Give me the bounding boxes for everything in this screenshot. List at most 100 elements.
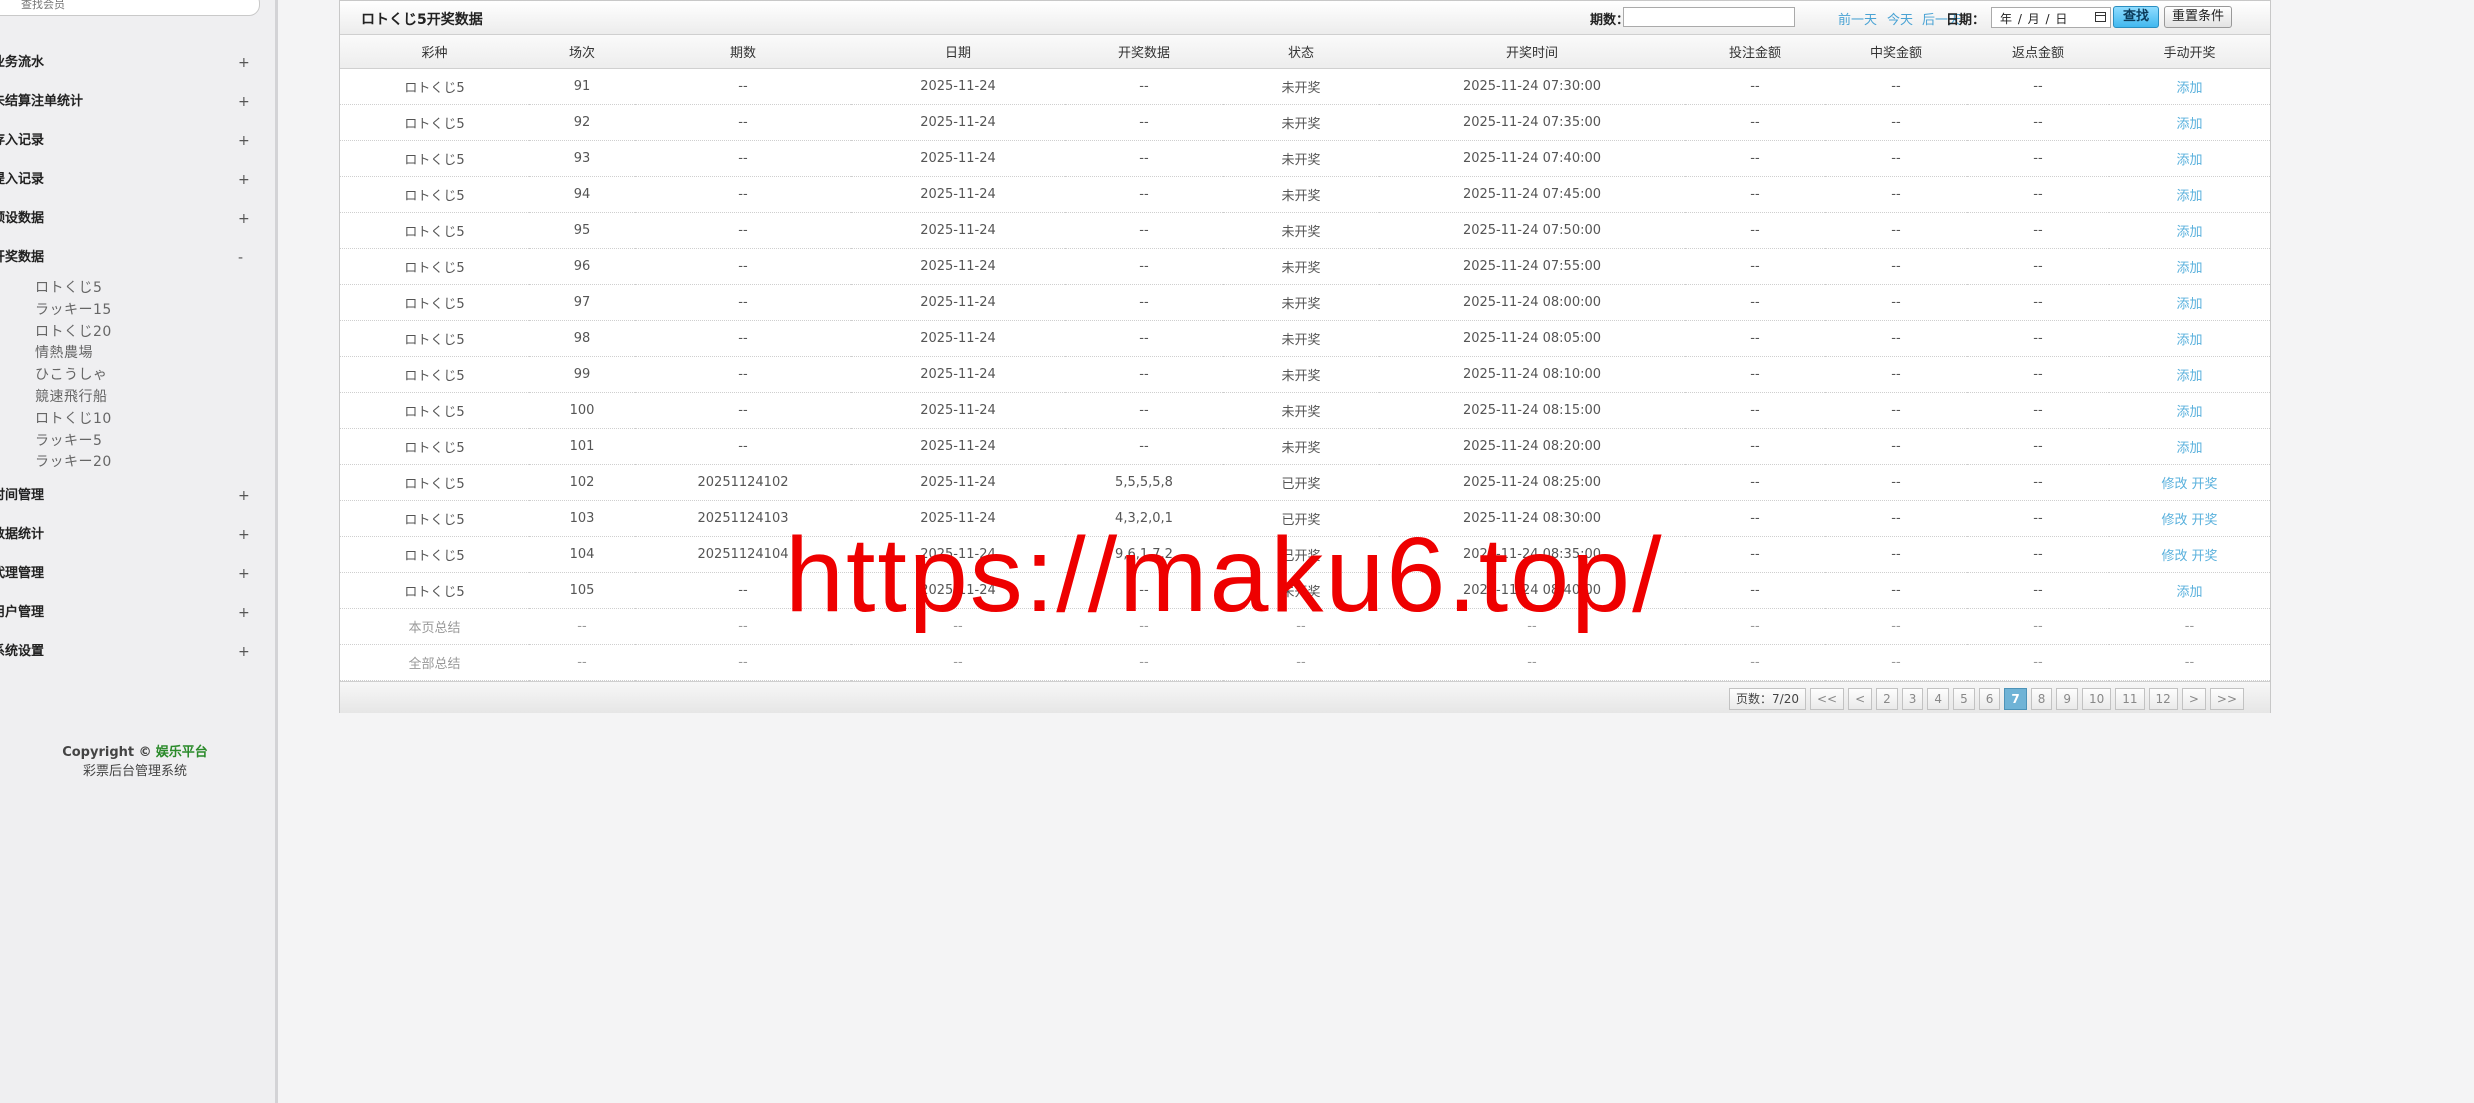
last-page-button[interactable]: >>: [2209, 688, 2244, 710]
draw-link[interactable]: 开奖: [2192, 549, 2218, 564]
sidebar-subitem[interactable]: ロトくじ10: [35, 409, 112, 429]
expand-icon[interactable]: +: [238, 130, 250, 152]
page-number-button[interactable]: 4: [1927, 688, 1950, 710]
page-number-button[interactable]: 11: [2115, 688, 2145, 710]
page-number-button[interactable]: 7: [2004, 688, 2027, 710]
page-number-button[interactable]: 12: [2148, 688, 2178, 710]
summary-cell: --: [1379, 644, 1685, 681]
add-link[interactable]: 添加: [2176, 441, 2202, 456]
add-link[interactable]: 添加: [2176, 153, 2202, 168]
sidebar-subitem[interactable]: ロトくじ5: [35, 278, 102, 298]
member-search-input[interactable]: [19, 0, 223, 15]
sidebar-subitem[interactable]: ラッキー15: [35, 300, 112, 320]
page-number-button[interactable]: 3: [1901, 688, 1924, 710]
table-cell: --: [635, 104, 851, 141]
sidebar-subitem[interactable]: ひこうしゃ: [35, 365, 108, 385]
column-header: 彩种: [340, 35, 529, 69]
calendar-icon[interactable]: [2095, 12, 2106, 22]
table-cell: --: [635, 356, 851, 393]
sidebar-menu-label: 存入记录: [0, 133, 45, 148]
page-number-button[interactable]: 6: [1978, 688, 2001, 710]
sidebar-menu-item[interactable]: 存入记录 +: [0, 130, 260, 152]
expand-icon[interactable]: +: [238, 602, 250, 624]
draw-link[interactable]: 开奖: [2192, 477, 2218, 492]
table-cell: 105: [529, 572, 635, 609]
page-number-button[interactable]: 8: [2030, 688, 2053, 710]
draw-link[interactable]: 开奖: [2192, 513, 2218, 528]
sidebar-menu-item[interactable]: 时间管理 +: [0, 485, 260, 507]
copyright-brand[interactable]: 娱乐平台: [156, 745, 208, 760]
sidebar-subitem[interactable]: 情熱農場: [35, 343, 93, 363]
page-number-button[interactable]: 2: [1876, 688, 1898, 710]
reset-button[interactable]: 重置条件: [2164, 6, 2232, 28]
page-number-button[interactable]: 10: [2081, 688, 2112, 710]
sidebar-menu-item[interactable]: 用户管理 +: [0, 602, 260, 624]
sidebar-menu-item[interactable]: 提入记录 +: [0, 169, 260, 191]
table-cell: 未开奖: [1223, 104, 1379, 141]
expand-icon[interactable]: +: [238, 52, 250, 74]
first-page-button[interactable]: <<: [1809, 688, 1845, 710]
table-cell: --: [1685, 428, 1825, 465]
table-cell: 2025-11-24: [851, 356, 1065, 393]
column-header: 中奖金额: [1825, 35, 1967, 69]
date-picker[interactable]: 年 / 月 / 日: [1991, 7, 2111, 28]
sidebar-subitem[interactable]: 競速飛行船: [35, 387, 108, 407]
watermark-url: https://maku6.top/: [785, 516, 1664, 634]
sidebar-menu-item[interactable]: 代理管理 +: [0, 563, 260, 585]
table-cell: 20251124102: [635, 464, 851, 501]
summary-cell: --: [1967, 644, 2109, 681]
add-link[interactable]: 添加: [2176, 405, 2202, 420]
table-cell: --: [1685, 248, 1825, 285]
summary-cell: --: [1967, 608, 2109, 645]
next-page-button[interactable]: >: [2181, 688, 2206, 710]
edit-link[interactable]: 修改: [2161, 513, 2187, 528]
add-link[interactable]: 添加: [2176, 225, 2202, 240]
sidebar-subitem[interactable]: ラッキー20: [35, 452, 112, 472]
member-search-box[interactable]: [0, 0, 260, 16]
sidebar-menu-item[interactable]: 开奖数据 -: [0, 247, 260, 269]
summary-cell: 本页总结: [340, 608, 529, 645]
table-cell: 97: [529, 284, 635, 321]
add-link[interactable]: 添加: [2176, 297, 2202, 312]
sidebar-menu-item[interactable]: 数据统计 +: [0, 524, 260, 546]
prev-day-link[interactable]: 前一天: [1838, 9, 1877, 28]
prev-page-button[interactable]: <: [1848, 688, 1873, 710]
add-link[interactable]: 添加: [2176, 261, 2202, 276]
collapse-icon[interactable]: -: [238, 247, 243, 269]
page-number-button[interactable]: 9: [2056, 688, 2078, 710]
expand-icon[interactable]: +: [238, 485, 250, 507]
add-link[interactable]: 添加: [2176, 81, 2202, 96]
issue-input[interactable]: [1623, 7, 1795, 27]
add-link[interactable]: 添加: [2176, 369, 2202, 384]
summary-cell: --: [529, 608, 635, 645]
sidebar-menu-item[interactable]: 预设数据 +: [0, 208, 260, 230]
search-button[interactable]: 查找: [2113, 6, 2159, 28]
summary-cell: --: [1825, 644, 1967, 681]
table-cell: --: [1967, 284, 2109, 321]
table-cell: 2025-11-24: [851, 320, 1065, 357]
table-cell: 2025-11-24 07:50:00: [1379, 212, 1685, 249]
expand-icon[interactable]: +: [238, 563, 250, 585]
page-number-button[interactable]: 5: [1953, 688, 1975, 710]
expand-icon[interactable]: +: [238, 91, 250, 113]
manual-draw-cell: 添加: [2109, 320, 2270, 357]
edit-link[interactable]: 修改: [2161, 549, 2187, 564]
today-link[interactable]: 今天: [1887, 9, 1913, 28]
add-link[interactable]: 添加: [2176, 117, 2202, 132]
sidebar-subitem[interactable]: ラッキー5: [35, 431, 102, 451]
expand-icon[interactable]: +: [238, 208, 250, 230]
expand-icon[interactable]: +: [238, 169, 250, 191]
add-link[interactable]: 添加: [2176, 333, 2202, 348]
table-cell: --: [1065, 392, 1223, 429]
sidebar-menu-item[interactable]: 业务流水 +: [0, 52, 260, 74]
sidebar-menu-item[interactable]: 未结算注单统计 +: [0, 91, 260, 113]
expand-icon[interactable]: +: [238, 641, 250, 663]
add-link[interactable]: 添加: [2176, 585, 2202, 600]
edit-link[interactable]: 修改: [2161, 477, 2187, 492]
table-cell: --: [635, 284, 851, 321]
add-link[interactable]: 添加: [2176, 189, 2202, 204]
sidebar-subitem[interactable]: ロトくじ20: [35, 322, 112, 342]
expand-icon[interactable]: +: [238, 524, 250, 546]
manual-draw-cell: 添加: [2109, 356, 2270, 393]
sidebar-menu-item[interactable]: 系统设置 +: [0, 641, 260, 663]
